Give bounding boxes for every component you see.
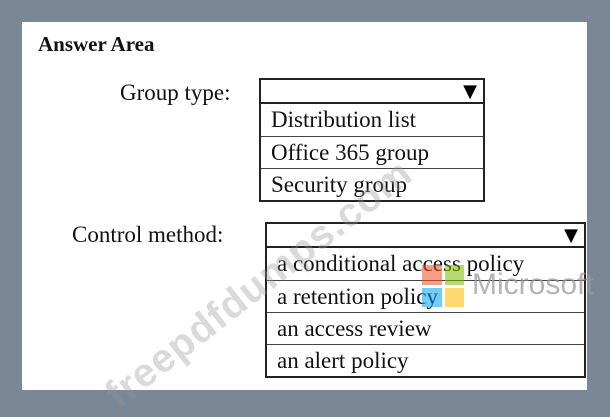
group-type-option[interactable]: Office 365 group [261, 136, 483, 168]
group-type-option[interactable]: Distribution list [261, 104, 483, 136]
chevron-down-icon: ▼ [564, 225, 578, 246]
control-method-label: Control method: [72, 222, 224, 247]
logo-square [444, 287, 464, 307]
group-type-dropdown[interactable]: ▼ [259, 78, 485, 104]
logo-square [422, 265, 442, 285]
chevron-down-icon: ▼ [463, 81, 477, 102]
microsoft-brand-text: Microsoft [472, 268, 594, 301]
logo-square [422, 287, 442, 307]
control-method-option[interactable]: an access review [267, 312, 584, 344]
logo-square [444, 265, 464, 285]
group-type-label: Group type: [120, 80, 231, 105]
microsoft-logo-icon [422, 265, 464, 307]
answer-area-title: Answer Area [38, 32, 155, 56]
control-method-option[interactable]: an alert policy [267, 344, 584, 376]
answer-area-panel: Answer Area Group type: ▼ Distribution l… [22, 22, 594, 417]
